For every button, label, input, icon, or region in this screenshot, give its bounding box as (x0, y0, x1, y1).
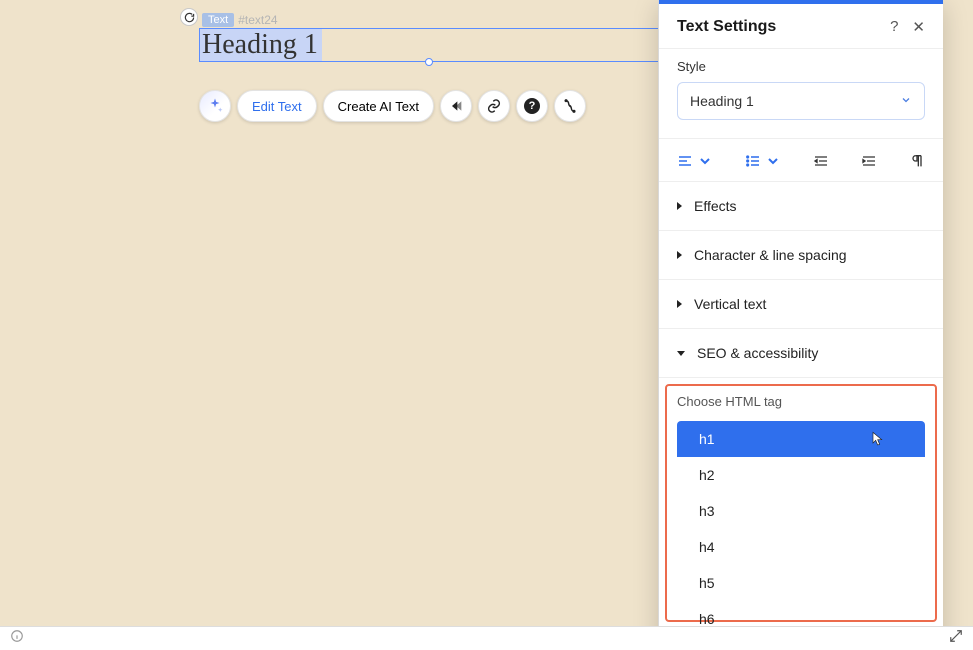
text-direction-button[interactable] (909, 153, 925, 169)
accordion-seo[interactable]: SEO & accessibility (659, 329, 943, 378)
align-button[interactable] (677, 153, 713, 169)
choose-html-tag-label: Choose HTML tag (677, 394, 925, 409)
tag-option-h2[interactable]: h2 (677, 457, 925, 493)
accordion-vertical-label: Vertical text (694, 296, 766, 312)
accordion-char-line[interactable]: Character & line spacing (659, 231, 943, 280)
style-section: Style Heading 1 (659, 49, 943, 139)
indent-button[interactable] (861, 153, 877, 169)
selected-text-element[interactable]: Heading 1 (199, 28, 659, 62)
accordion-effects-label: Effects (694, 198, 737, 214)
cursor-icon (869, 430, 885, 451)
refresh-icon[interactable] (180, 8, 198, 26)
accordion-seo-label: SEO & accessibility (697, 345, 818, 361)
more-icon[interactable] (554, 90, 586, 122)
element-badges: Text #text24 (202, 13, 278, 27)
tag-option-h1[interactable]: h1 (677, 421, 925, 457)
link-icon[interactable] (478, 90, 510, 122)
edit-text-button[interactable]: Edit Text (237, 90, 317, 122)
floating-toolbar: Edit Text Create AI Text ? (199, 90, 586, 122)
accordion-vertical[interactable]: Vertical text (659, 280, 943, 329)
expand-icon[interactable] (949, 629, 963, 648)
create-ai-text-button[interactable]: Create AI Text (323, 90, 434, 122)
status-bar (0, 626, 973, 650)
list-button[interactable] (745, 153, 781, 169)
element-type-badge: Text (202, 13, 234, 27)
format-row (659, 139, 943, 182)
accordion-effects[interactable]: Effects (659, 182, 943, 231)
tag-option-h3[interactable]: h3 (677, 493, 925, 529)
chevron-down-icon (900, 93, 912, 109)
editor-canvas: Text #text24 Heading 1 Edit Text Create … (0, 0, 973, 650)
resize-handle-bottom-center[interactable] (425, 58, 433, 66)
seo-body: Choose HTML tag h1 h2 h3 h4 h5 h6 (659, 378, 943, 637)
html-tag-dropdown[interactable]: h1 h2 h3 h4 h5 h6 (677, 421, 925, 637)
style-label: Style (677, 59, 925, 74)
panel-help-icon[interactable]: ? (890, 18, 898, 36)
element-id-badge: #text24 (238, 13, 277, 27)
accordion-char-line-label: Character & line spacing (694, 247, 847, 263)
panel-close-icon[interactable]: ✕ (912, 18, 925, 36)
animation-icon[interactable] (440, 90, 472, 122)
panel-title: Text Settings (677, 18, 776, 36)
triangle-down-icon (677, 351, 685, 356)
tag-option-h5[interactable]: h5 (677, 565, 925, 601)
info-icon[interactable] (10, 629, 24, 648)
triangle-right-icon (677, 251, 682, 259)
outdent-button[interactable] (813, 153, 829, 169)
text-settings-panel: Text Settings ? ✕ Style Heading 1 (658, 0, 943, 650)
style-select[interactable]: Heading 1 (677, 82, 925, 120)
tag-option-h4[interactable]: h4 (677, 529, 925, 565)
triangle-right-icon (677, 300, 682, 308)
ai-sparkle-button[interactable] (199, 90, 231, 122)
help-icon[interactable]: ? (516, 90, 548, 122)
panel-header: Text Settings ? ✕ (659, 4, 943, 49)
heading-text[interactable]: Heading 1 (200, 29, 322, 61)
triangle-right-icon (677, 202, 682, 210)
style-select-value: Heading 1 (690, 93, 754, 109)
